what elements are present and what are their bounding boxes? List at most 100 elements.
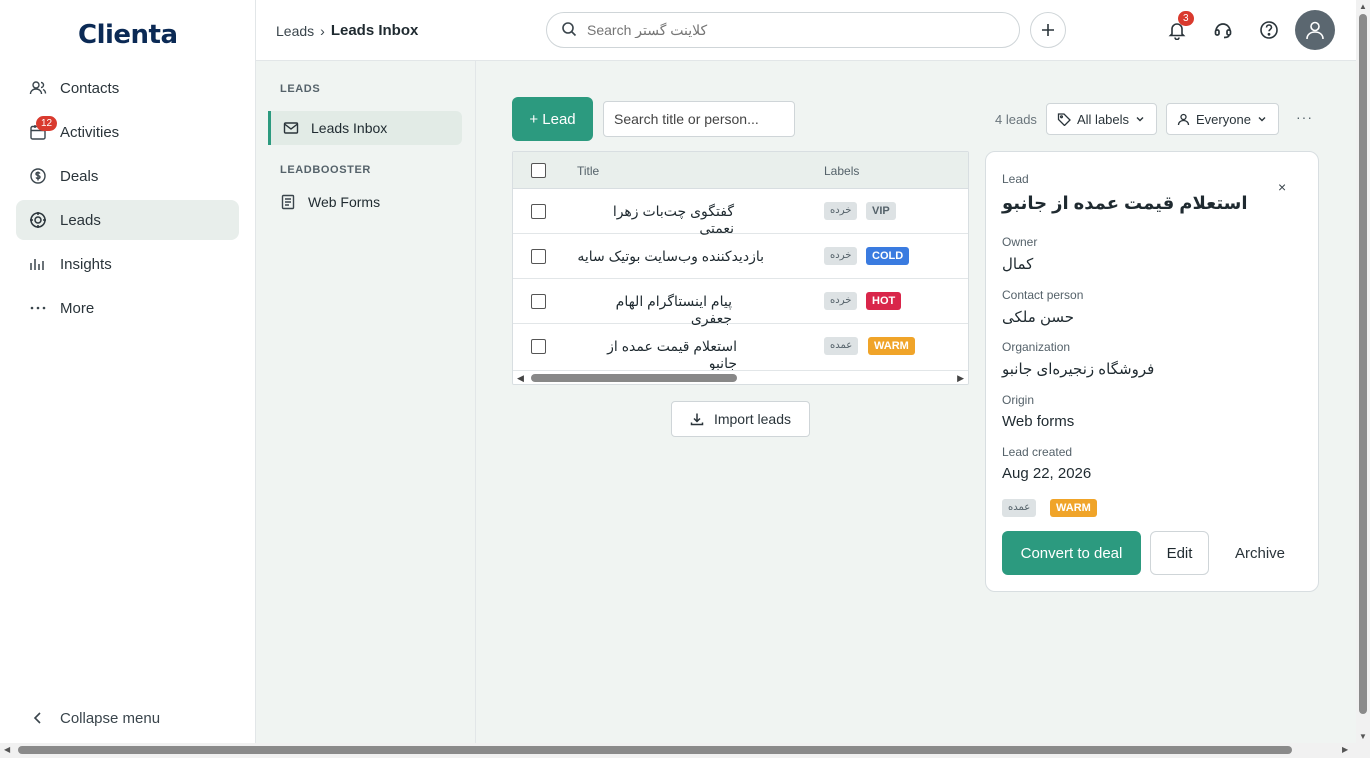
label-tag: خرده: [824, 247, 858, 265]
notification-badge: 3: [1178, 11, 1194, 26]
section-leadbooster: LEADBOOSTER: [280, 164, 371, 176]
collapse-menu-button[interactable]: Collapse menu: [16, 698, 239, 738]
chevron-left-icon: [16, 711, 60, 725]
scroll-down-arrow[interactable]: ▼: [1359, 732, 1367, 741]
subnav-item-leads-inbox[interactable]: Leads Inbox: [268, 111, 462, 145]
nav-item-contacts[interactable]: Contacts: [16, 68, 239, 108]
scroll-right-arrow[interactable]: ▶: [1342, 745, 1348, 754]
organization-label: Organization: [1002, 340, 1071, 354]
created-label: Lead created: [1002, 445, 1073, 459]
more-options-button[interactable]: ···: [1296, 109, 1313, 125]
column-labels[interactable]: Labels: [824, 164, 859, 178]
label-tag: عمده: [1002, 499, 1037, 517]
breadcrumb-current: Leads Inbox: [330, 22, 419, 39]
lead-search-input[interactable]: [614, 102, 784, 136]
global-search[interactable]: [546, 12, 1020, 48]
row-checkbox[interactable]: [531, 249, 546, 264]
more-icon: [16, 299, 60, 317]
table-row[interactable]: استعلام قیمت عمده از جانبو عمده WARM: [513, 324, 968, 372]
close-panel-button[interactable]: ×: [1278, 179, 1286, 195]
label-tag-warm: WARM: [868, 337, 915, 355]
scroll-up-arrow[interactable]: ▲: [1359, 2, 1367, 11]
nav-label: Insights: [60, 255, 112, 273]
activities-badge: 12: [36, 116, 58, 131]
nav-item-insights[interactable]: Insights: [16, 244, 239, 284]
add-lead-button[interactable]: + Lead: [512, 97, 593, 141]
chevron-down-icon: [1136, 117, 1144, 122]
table-row[interactable]: پیام اینستاگرام الهام جعفری خرده HOT: [513, 279, 968, 327]
subnav-label: Web Forms: [308, 194, 381, 210]
table-row[interactable]: بازدیدکننده وب‌سایت بوتیک سایه خرده COLD: [513, 234, 968, 279]
lead-title[interactable]: استعلام قیمت عمده از جانبو: [577, 338, 737, 372]
logo[interactable]: Clienta: [78, 20, 178, 50]
tag-icon: [1057, 113, 1071, 126]
vertical-scroll-thumb[interactable]: [1359, 14, 1367, 714]
organization-value[interactable]: فروشگاه زنجیره‌ای جانبو: [1002, 360, 1154, 378]
breadcrumb-parent[interactable]: Leads: [276, 23, 314, 39]
label-tag: عمده: [824, 337, 859, 355]
origin-value: Web forms: [1002, 413, 1075, 430]
page-horizontal-scrollbar[interactable]: ◀ ▶: [0, 743, 1356, 758]
contact-value[interactable]: حسن ملکی: [1002, 308, 1074, 326]
quick-add-button[interactable]: [1030, 12, 1066, 48]
owner-filter-label: Everyone: [1196, 111, 1251, 127]
table-scrollbar[interactable]: ◀ ▶: [513, 370, 968, 384]
owner-value[interactable]: کمال: [1002, 255, 1033, 273]
labels-filter-dropdown[interactable]: All labels: [1046, 103, 1157, 135]
notifications-button[interactable]: 3: [1165, 11, 1194, 42]
support-button[interactable]: [1211, 18, 1235, 42]
chevron-down-icon: [1258, 117, 1266, 122]
import-leads-button[interactable]: Import leads: [671, 401, 810, 437]
table-row[interactable]: گفتگوی چت‌بات زهرا نعمتی خرده VIP: [513, 189, 968, 237]
breadcrumb-separator: ›: [320, 22, 325, 39]
row-checkbox[interactable]: [531, 339, 546, 354]
user-icon: [1177, 113, 1190, 125]
leads-subnav: LEADS Leads Inbox LEADBOOSTER Web Forms: [256, 61, 476, 743]
target-icon: [16, 211, 60, 229]
label-tag: خرده: [824, 292, 858, 310]
lead-title[interactable]: بازدیدکننده وب‌سایت بوتیک سایه: [577, 248, 764, 265]
nav-label: Contacts: [60, 79, 120, 97]
plus-icon: [1042, 24, 1054, 36]
top-header: Leads › Leads Inbox 3: [256, 0, 1356, 61]
main-content: + Lead 4 leads All labels Everyone ··· T…: [476, 61, 1356, 743]
nav-item-activities[interactable]: 12 Activities: [16, 112, 239, 152]
help-button[interactable]: [1257, 18, 1281, 42]
archive-button[interactable]: Archive: [1222, 531, 1298, 575]
subnav-label: Leads Inbox: [311, 120, 388, 136]
edit-button[interactable]: Edit: [1150, 531, 1209, 575]
select-all-checkbox[interactable]: [531, 163, 546, 178]
column-title[interactable]: Title: [577, 164, 599, 178]
label-tag: خرده: [824, 202, 858, 220]
avatar[interactable]: [1295, 10, 1335, 50]
label-tag-cold: COLD: [866, 247, 910, 265]
nav-label: Deals: [60, 167, 99, 185]
convert-to-deal-button[interactable]: Convert to deal: [1002, 531, 1141, 575]
owner-filter-dropdown[interactable]: Everyone: [1166, 103, 1279, 135]
global-search-input[interactable]: [587, 22, 987, 38]
scroll-right-arrow[interactable]: ▶: [957, 373, 964, 384]
nav-item-more[interactable]: More: [16, 288, 239, 328]
panel-title: استعلام قیمت عمده از جانبو: [1002, 193, 1248, 213]
label-tag-warm: WARM: [1050, 499, 1097, 517]
scroll-left-arrow[interactable]: ◀: [517, 373, 524, 384]
collapse-label: Collapse menu: [60, 709, 161, 727]
lead-title[interactable]: گفتگوی چت‌بات زهرا نعمتی: [577, 203, 734, 237]
row-checkbox[interactable]: [531, 294, 546, 309]
label-tag-vip: VIP: [866, 202, 896, 220]
nav-item-leads[interactable]: Leads: [16, 200, 239, 240]
horizontal-scroll-thumb[interactable]: [18, 746, 1292, 754]
label-tag-hot: HOT: [866, 292, 902, 310]
scroll-left-arrow[interactable]: ◀: [4, 745, 10, 754]
subnav-item-web-forms[interactable]: Web Forms: [268, 185, 462, 219]
table-scroll-thumb[interactable]: [531, 374, 737, 382]
lead-detail-panel: Lead × استعلام قیمت عمده از جانبو Owner …: [985, 151, 1319, 592]
nav-item-deals[interactable]: Deals: [16, 156, 239, 196]
leads-table: Title Labels گفتگوی چت‌بات زهرا نعمتی خر…: [512, 151, 969, 385]
page-vertical-scrollbar[interactable]: ▲ ▼: [1356, 0, 1370, 758]
nav-label: Activities: [60, 123, 120, 141]
row-checkbox[interactable]: [531, 204, 546, 219]
user-icon: [1306, 21, 1324, 40]
lead-title[interactable]: پیام اینستاگرام الهام جعفری: [577, 293, 732, 327]
form-icon: [268, 194, 308, 210]
